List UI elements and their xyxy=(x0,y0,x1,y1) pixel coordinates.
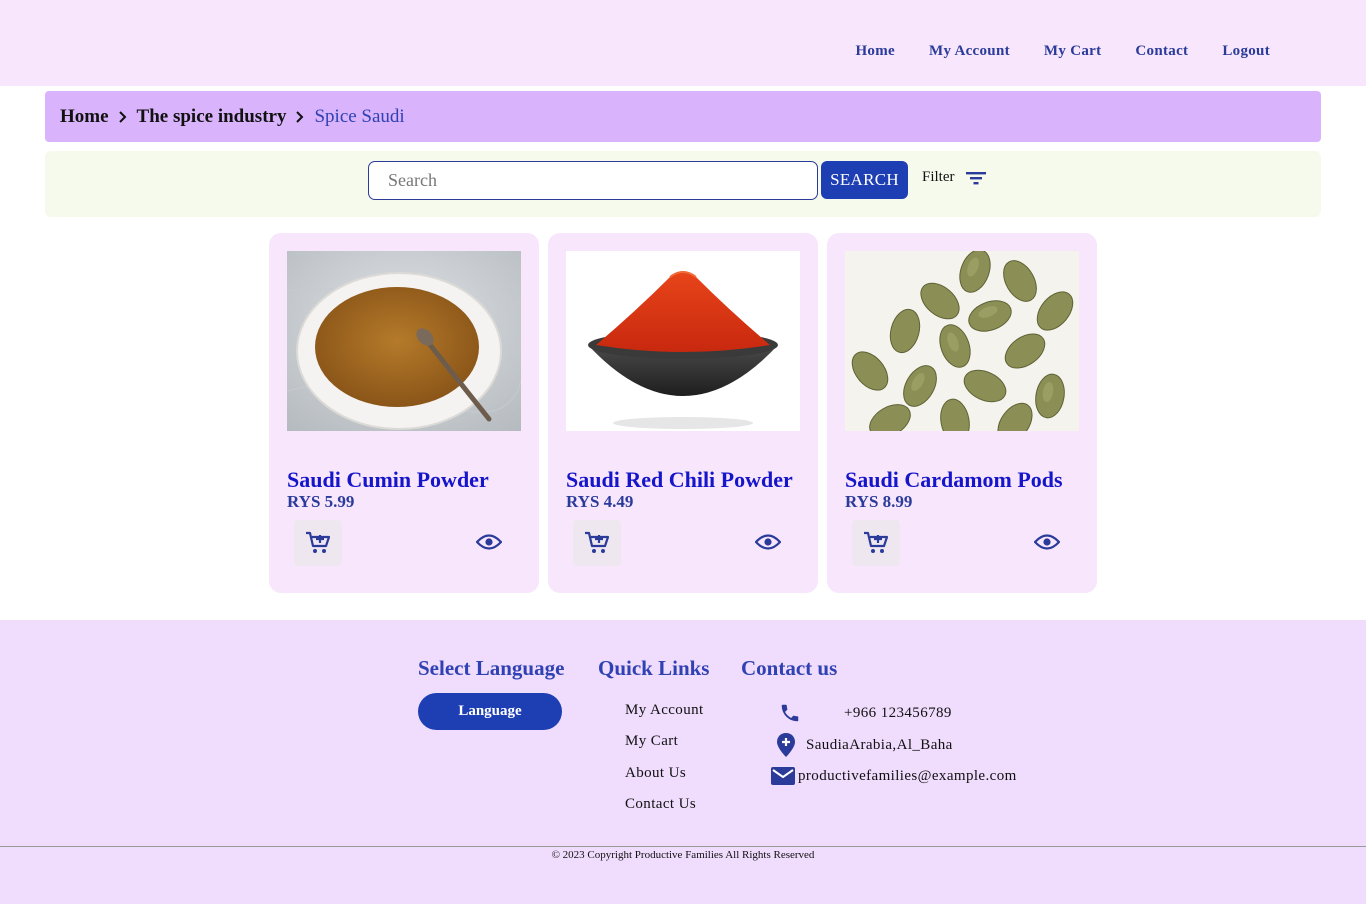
product-name[interactable]: Saudi Red Chili Powder xyxy=(566,467,793,493)
breadcrumb-home[interactable]: Home xyxy=(60,106,109,128)
product-image-chili[interactable] xyxy=(566,251,800,431)
product-card: Saudi Red Chili Powder RYS 4.49 xyxy=(548,233,818,593)
add-to-cart-icon xyxy=(585,531,610,553)
breadcrumb-category[interactable]: The spice industry xyxy=(137,106,287,128)
filter-button[interactable]: Filter xyxy=(922,169,987,186)
add-to-cart-button[interactable] xyxy=(294,520,342,566)
footer-link-my-cart[interactable]: My Cart xyxy=(625,733,678,750)
quick-links-heading: Quick Links xyxy=(598,656,710,680)
main-nav: Home My Account My Cart Contact Logout xyxy=(855,43,1270,60)
nav-my-account[interactable]: My Account xyxy=(929,43,1010,60)
product-name[interactable]: Saudi Cumin Powder xyxy=(287,467,489,493)
nav-my-cart[interactable]: My Cart xyxy=(1044,43,1102,60)
view-product-button[interactable] xyxy=(474,529,504,555)
product-price: RYS 4.49 xyxy=(566,492,634,511)
breadcrumb-current: Spice Saudi xyxy=(314,105,405,127)
location-icon xyxy=(777,733,795,757)
search-input[interactable] xyxy=(368,161,818,200)
nav-logout[interactable]: Logout xyxy=(1222,43,1270,60)
nav-home[interactable]: Home xyxy=(855,43,895,60)
footer-divider xyxy=(0,846,1366,847)
product-image-cardamom[interactable] xyxy=(845,251,1079,431)
chevron-right-icon xyxy=(286,107,314,126)
add-to-cart-button[interactable] xyxy=(852,520,900,566)
view-product-button[interactable] xyxy=(753,529,783,555)
nav-contact[interactable]: Contact xyxy=(1135,43,1188,60)
product-name[interactable]: Saudi Cardamom Pods xyxy=(845,467,1063,493)
filter-icon xyxy=(965,171,986,184)
product-card: Saudi Cardamom Pods RYS 8.99 xyxy=(827,233,1097,593)
contact-address: SaudiaArabia,Al_Baha xyxy=(776,732,953,758)
contact-phone: +966 123456789 xyxy=(779,702,952,724)
language-heading: Select Language xyxy=(418,656,565,680)
contact-address-text: SaudiaArabia,Al_Baha xyxy=(806,736,953,753)
copyright: © 2023 Copyright Productive Families All… xyxy=(551,849,815,861)
add-to-cart-button[interactable] xyxy=(573,520,621,566)
product-card: Saudi Cumin Powder RYS 5.99 xyxy=(269,233,539,593)
header: Home My Account My Cart Contact Logout xyxy=(0,0,1366,86)
search-bar: SEARCH Filter xyxy=(45,151,1321,217)
view-product-button[interactable] xyxy=(1032,529,1062,555)
language-button[interactable]: Language xyxy=(418,693,562,730)
breadcrumb: Home The spice industry Spice Saudi xyxy=(45,91,1321,142)
footer-link-my-account[interactable]: My Account xyxy=(625,702,704,719)
contact-phone-text: +966 123456789 xyxy=(844,704,952,721)
mail-icon xyxy=(771,767,795,785)
contact-email: productivefamilies@example.com xyxy=(770,765,1017,787)
eye-icon xyxy=(755,534,781,550)
footer: Select Language Language Quick Links My … xyxy=(0,620,1366,904)
add-to-cart-icon xyxy=(306,531,331,553)
product-price: RYS 5.99 xyxy=(287,492,355,511)
eye-icon xyxy=(476,534,502,550)
chevron-right-icon xyxy=(109,107,137,126)
product-image-cumin[interactable] xyxy=(287,251,521,431)
product-price: RYS 8.99 xyxy=(845,492,913,511)
contact-heading: Contact us xyxy=(741,656,838,680)
phone-icon xyxy=(781,704,799,722)
add-to-cart-icon xyxy=(864,531,889,553)
contact-email-text: productivefamilies@example.com xyxy=(798,767,1017,784)
footer-link-about-us[interactable]: About Us xyxy=(625,765,686,782)
search-button[interactable]: SEARCH xyxy=(821,161,908,199)
footer-link-contact-us[interactable]: Contact Us xyxy=(625,796,696,813)
filter-label: Filter xyxy=(922,169,955,185)
eye-icon xyxy=(1034,534,1060,550)
